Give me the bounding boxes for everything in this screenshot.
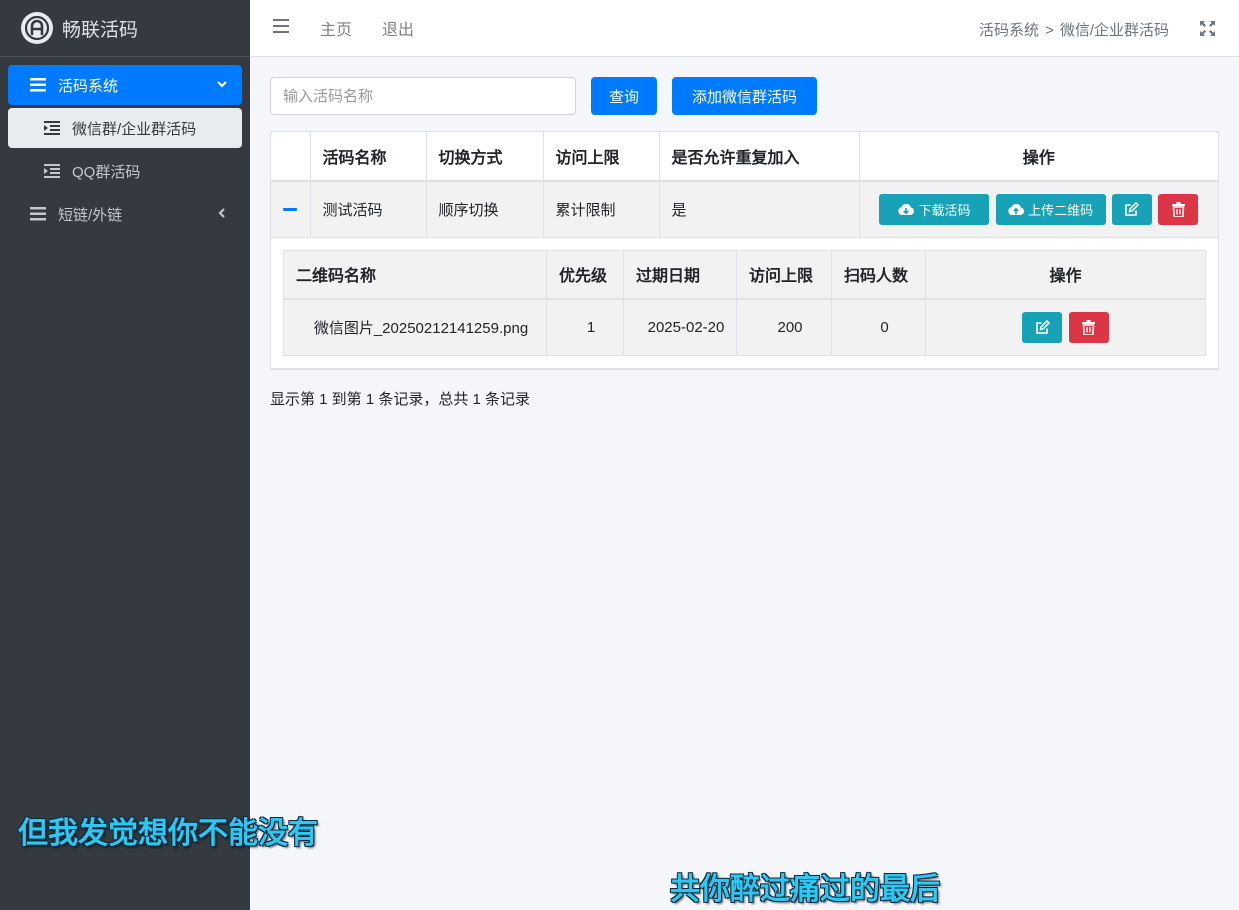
- brand-name: 畅联活码: [62, 19, 139, 41]
- toolbar: 查询 添加微信群活码: [270, 77, 1219, 115]
- sidebar-item-qq-group[interactable]: QQ群活码: [8, 151, 242, 191]
- chevron-left-icon: [216, 206, 228, 223]
- menu-toggle-icon[interactable]: [273, 19, 289, 37]
- brand-logo: [21, 12, 53, 44]
- nav-link-home[interactable]: 主页: [320, 16, 352, 40]
- column-header[interactable]: 访问上限: [543, 132, 660, 182]
- cell-priority: 1: [546, 299, 624, 356]
- detail-row: 二维码名称 优先级 过期日期 访问上限 扫码人数 操作 微信图片_2025021…: [271, 237, 1218, 369]
- nav-link-logout[interactable]: 退出: [382, 16, 414, 40]
- logo-a-icon: [25, 16, 49, 40]
- trash-icon: [1082, 319, 1096, 335]
- breadcrumb: 活码系统 > 微信/企业群活码: [979, 19, 1169, 40]
- huoma-table: 活码名称 切换方式 访问上限 是否允许重复加入 操作 测试活码 顺序切换 累计限…: [271, 132, 1218, 369]
- brand[interactable]: 畅联活码: [0, 0, 250, 57]
- column-header[interactable]: 扫码人数: [831, 250, 926, 300]
- edit-icon: [1036, 319, 1050, 334]
- chevron-down-icon: [216, 77, 228, 94]
- sidebar-item-label: 微信群/企业群活码: [72, 120, 197, 138]
- column-header[interactable]: 过期日期: [623, 250, 737, 300]
- column-header[interactable]: 切换方式: [426, 132, 544, 182]
- column-header: 操作: [925, 250, 1206, 300]
- column-header[interactable]: 优先级: [546, 250, 624, 300]
- sidebar-item-label: QQ群活码: [72, 163, 141, 181]
- breadcrumb-separator: >: [1045, 22, 1054, 39]
- upload-qrcode-button[interactable]: 上传二维码: [995, 193, 1106, 225]
- expand-column-header: [271, 132, 311, 182]
- cell-actions: [925, 299, 1206, 356]
- sidebar-nav: 活码系统 微信群/企业群活码 QQ群活码 短链/外链: [0, 57, 250, 234]
- cell-actions: 下载活码 上传二维码: [859, 181, 1218, 238]
- query-button[interactable]: 查询: [591, 77, 657, 115]
- cell-limit: 200: [736, 299, 832, 356]
- table-header-row: 二维码名称 优先级 过期日期 访问上限 扫码人数 操作: [283, 250, 1206, 300]
- edit-button[interactable]: [1111, 193, 1152, 225]
- table-header-row: 活码名称 切换方式 访问上限 是否允许重复加入 操作: [271, 132, 1218, 182]
- qrcode-table: 二维码名称 优先级 过期日期 访问上限 扫码人数 操作 微信图片_2025021…: [283, 249, 1206, 356]
- minus-icon[interactable]: [283, 208, 298, 212]
- cell-limit: 累计限制: [543, 181, 660, 238]
- detail-cell: 二维码名称 优先级 过期日期 访问上限 扫码人数 操作 微信图片_2025021…: [271, 237, 1218, 369]
- qrcode-edit-button[interactable]: [1022, 311, 1063, 343]
- trash-icon: [1171, 201, 1185, 217]
- huoma-table-wrapper: 活码名称 切换方式 访问上限 是否允许重复加入 操作 测试活码 顺序切换 累计限…: [270, 131, 1219, 370]
- sidebar-item-label: 活码系统: [58, 77, 119, 95]
- column-header: 操作: [859, 132, 1218, 182]
- subtitle-line-2: 共你醉过痛过的最后: [670, 872, 940, 907]
- qrcode-delete-button[interactable]: [1068, 311, 1109, 343]
- search-input[interactable]: [270, 77, 576, 115]
- breadcrumb-item-active: 微信/企业群活码: [1059, 22, 1169, 39]
- cell-name: 测试活码: [310, 181, 427, 238]
- cell-scans: 0: [831, 299, 926, 356]
- sidebar-item-huoma-system[interactable]: 活码系统: [8, 65, 242, 105]
- download-code-button[interactable]: 下载活码: [879, 193, 990, 225]
- indent-icon: [42, 164, 62, 178]
- download-code-label: 下载活码: [918, 202, 971, 218]
- column-header[interactable]: 活码名称: [310, 132, 427, 182]
- indent-icon: [42, 121, 62, 135]
- main-content: 查询 添加微信群活码 活码名称 切换方式 访问上限 是否允许重复加入 操作 测试…: [270, 77, 1219, 409]
- cloud-download-icon: [898, 203, 915, 215]
- collapse-toggle[interactable]: [271, 181, 311, 238]
- sidebar: 畅联活码 活码系统 微信群/企业群活码 QQ群活码 短链/外链: [0, 0, 250, 910]
- cell-qr-name: 微信图片_20250212141259.png: [283, 299, 547, 356]
- column-header[interactable]: 访问上限: [736, 250, 832, 300]
- delete-button[interactable]: [1158, 193, 1198, 225]
- cell-expire: 2025-02-20: [623, 299, 737, 356]
- top-navbar: 主页 退出 活码系统 > 微信/企业群活码: [250, 0, 1239, 57]
- pagination-info: 显示第 1 到第 1 条记录，总共 1 条记录: [270, 390, 531, 408]
- fullscreen-icon[interactable]: [1200, 21, 1215, 40]
- list-icon: [28, 78, 48, 92]
- column-header[interactable]: 是否允许重复加入: [659, 132, 860, 182]
- sidebar-item-shortlink[interactable]: 短链/外链: [8, 194, 242, 234]
- add-wechat-code-button[interactable]: 添加微信群活码: [672, 77, 817, 115]
- sidebar-item-label: 短链/外链: [58, 206, 123, 224]
- cloud-upload-icon: [1008, 203, 1025, 215]
- edit-icon: [1125, 201, 1140, 216]
- column-header[interactable]: 二维码名称: [283, 250, 547, 300]
- breadcrumb-item[interactable]: 活码系统: [979, 22, 1039, 39]
- list-icon: [28, 207, 48, 221]
- subtitle-line-1: 但我发觉想你不能没有: [18, 816, 318, 851]
- cell-allow-repeat: 是: [659, 181, 860, 238]
- cell-switch-mode: 顺序切换: [426, 181, 544, 238]
- upload-qrcode-label: 上传二维码: [1028, 202, 1094, 218]
- table-row: 测试活码 顺序切换 累计限制 是 下载活码 上传二维码: [271, 181, 1218, 238]
- sidebar-item-wechat-group[interactable]: 微信群/企业群活码: [8, 108, 242, 148]
- table-row: 微信图片_20250212141259.png 1 2025-02-20 200…: [283, 299, 1206, 356]
